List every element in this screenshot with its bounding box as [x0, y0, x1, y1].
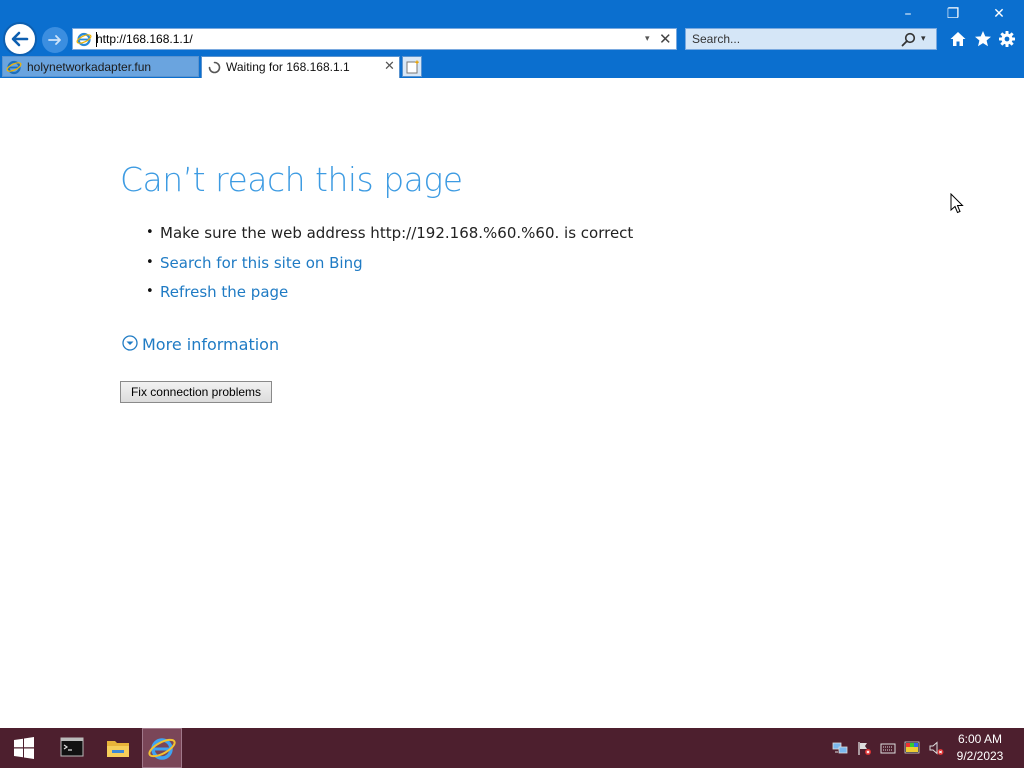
search-bing-link[interactable]: Search for this site on Bing: [160, 254, 363, 272]
forward-arrow-icon: [48, 35, 61, 45]
chevron-down-circle-icon: [122, 335, 138, 351]
new-tab-button[interactable]: [402, 56, 422, 77]
page-title: Can’t reach this page: [120, 160, 463, 199]
network-icon[interactable]: [832, 740, 848, 756]
search-placeholder[interactable]: Search...: [692, 32, 740, 46]
taskbar-file-explorer[interactable]: [98, 728, 138, 768]
error-page: Can’t reach this page • Make sure the we…: [0, 78, 1024, 728]
close-window-button[interactable]: ✕: [979, 4, 1019, 24]
minimize-button[interactable]: –: [888, 4, 928, 24]
forward-button[interactable]: [42, 27, 68, 53]
home-icon[interactable]: [948, 29, 968, 49]
internet-explorer-icon: [148, 738, 176, 760]
ie-tab-icon: [6, 60, 22, 75]
bullet: •: [146, 255, 154, 270]
windows-logo-icon: [14, 737, 34, 759]
new-tab-icon: [406, 60, 419, 74]
close-tab-button[interactable]: ✕: [384, 58, 395, 76]
search-box[interactable]: Search... ▾: [685, 28, 937, 50]
address-dropdown-icon[interactable]: ▾: [645, 31, 650, 47]
taskbar-internet-explorer[interactable]: [142, 728, 182, 768]
clock-time: 6:00 AM: [957, 732, 1003, 746]
back-button[interactable]: [3, 22, 37, 56]
display-color-icon[interactable]: [904, 740, 920, 756]
start-button[interactable]: [4, 728, 44, 768]
address-bar[interactable]: http://168.168.1.1/ ▾ ✕: [72, 28, 677, 50]
volume-muted-icon[interactable]: [928, 740, 944, 756]
settings-gear-icon[interactable]: [997, 29, 1017, 49]
tab-label: Waiting for 168.168.1.1: [226, 60, 350, 74]
command-prompt-icon: [60, 737, 84, 757]
search-icon[interactable]: [901, 32, 916, 47]
action-center-flag-icon[interactable]: [856, 740, 872, 756]
tab-label: holynetworkadapter.fun: [27, 60, 152, 74]
address-url-text[interactable]: http://168.168.1.1/: [96, 32, 193, 46]
favorites-star-icon[interactable]: [973, 29, 993, 49]
tab-holynetworkadapter[interactable]: holynetworkadapter.fun: [2, 56, 199, 77]
tab-waiting[interactable]: Waiting for 168.168.1.1 ✕: [201, 56, 400, 78]
browser-chrome: – ❐ ✕ http://168.168.1.1/ ▾ ✕ Search... …: [0, 0, 1024, 78]
keyboard-icon[interactable]: [880, 740, 896, 756]
taskbar: 6:00 AM 9/2/2023: [0, 728, 1024, 768]
folder-icon: [107, 741, 129, 757]
mouse-cursor-icon: [950, 193, 964, 214]
bullet: •: [146, 284, 154, 299]
more-information-label: More information: [142, 335, 280, 354]
text-caret: [96, 32, 97, 47]
refresh-page-link[interactable]: Refresh the page: [160, 283, 288, 301]
loading-spinner-icon: [208, 61, 221, 74]
ie-page-icon: [76, 32, 92, 47]
tip-check-address: Make sure the web address http://192.168…: [160, 224, 634, 242]
restore-button[interactable]: ❐: [933, 4, 973, 24]
back-arrow-icon: [11, 31, 29, 47]
bullet: •: [146, 225, 154, 240]
clock-date: 9/2/2023: [956, 749, 1004, 763]
taskbar-cmd[interactable]: [52, 728, 92, 768]
search-provider-dropdown-icon[interactable]: ▾: [921, 31, 926, 47]
fix-connection-button[interactable]: Fix connection problems: [120, 381, 272, 403]
system-clock[interactable]: 6:00 AM 9/2/2023: [950, 731, 1010, 765]
stop-loading-button[interactable]: ✕: [659, 30, 672, 48]
